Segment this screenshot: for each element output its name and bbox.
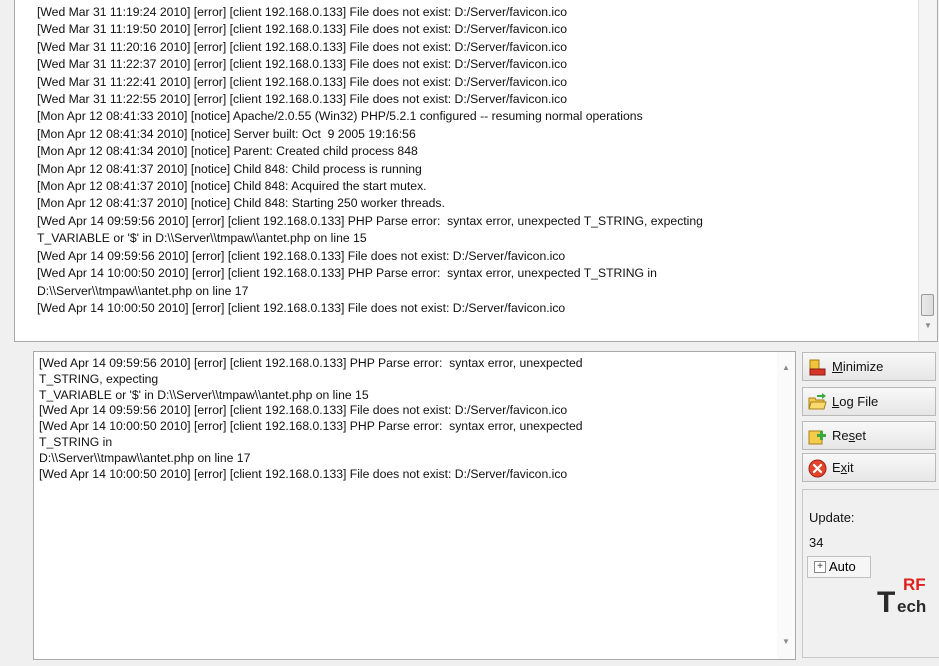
log-line: [Wed Apr 14 09:59:56 2010] [error] [clie… (37, 248, 566, 263)
auto-update-toggle[interactable]: + Auto (807, 556, 871, 578)
exit-button[interactable]: Exit (802, 453, 936, 482)
minimize-label: Minimize (832, 359, 884, 374)
log-viewer-window: [Wed Mar 31 11:19:24 2010] [error] [clie… (0, 0, 939, 666)
recent-log-scrollbar[interactable]: ▲ ▼ (777, 352, 795, 659)
full-log-scroll-thumb[interactable] (921, 294, 934, 316)
log-line: [Wed Apr 14 09:59:56 2010] [error] [clie… (37, 213, 703, 228)
minimize-button[interactable]: Minimize (802, 352, 936, 381)
log-line: [Mon Apr 12 08:41:33 2010] [notice] Apac… (37, 109, 643, 124)
log-line: [Mon Apr 12 08:41:34 2010] [notice] Serv… (37, 126, 416, 141)
log-line: [Wed Apr 14 10:00:50 2010] [error] [clie… (37, 266, 657, 281)
log-line: [Wed Mar 31 11:20:16 2010] [error] [clie… (37, 39, 567, 54)
minimize-icon (809, 359, 826, 376)
close-icon (808, 459, 827, 478)
logo-rf-text: RF (903, 575, 926, 594)
reset-icon (808, 430, 826, 445)
scroll-up-arrow-icon[interactable]: ▲ (777, 360, 795, 376)
log-line: [Mon Apr 12 08:41:37 2010] [notice] Chil… (37, 161, 422, 176)
full-log-lines: [Wed Mar 31 11:19:24 2010] [error] [clie… (37, 4, 917, 317)
log-line: [Wed Apr 14 10:00:50 2010] [error] [clie… (39, 466, 568, 481)
log-line: [Mon Apr 12 08:41:34 2010] [notice] Pare… (37, 144, 418, 159)
log-line: [Wed Apr 14 10:00:50 2010] [error] [clie… (37, 300, 566, 315)
full-log-view[interactable]: [Wed Mar 31 11:19:24 2010] [error] [clie… (14, 0, 938, 342)
logo-ech-text: ech (897, 597, 926, 616)
log-line: T_VARIABLE or '$' in D:\\Server\\tmpaw\\… (37, 231, 367, 246)
log-line: [Mon Apr 12 08:41:37 2010] [notice] Chil… (37, 179, 427, 194)
log-line: [Wed Apr 14 10:00:50 2010] [error] [clie… (39, 419, 583, 434)
update-interval-value[interactable]: 34 (809, 535, 823, 550)
auto-label: Auto (829, 559, 856, 574)
reset-button[interactable]: Reset (802, 421, 936, 450)
expand-plus-icon: + (814, 561, 826, 573)
logo-t-letter: T (877, 586, 895, 618)
log-line: [Wed Mar 31 11:19:24 2010] [error] [clie… (37, 5, 567, 19)
reset-label: Reset (832, 428, 866, 443)
log-line: T_STRING in (39, 434, 113, 449)
update-group: Update: 34 + Auto RF T ech (802, 489, 939, 658)
log-line: [Wed Mar 31 11:22:41 2010] [error] [clie… (37, 74, 567, 89)
scroll-down-arrow-icon[interactable]: ▼ (919, 318, 937, 334)
log-line: D:\\Server\\tmpaw\\antet.php on line 17 (39, 450, 251, 465)
log-file-label: Log File (832, 394, 879, 409)
exit-label: Exit (832, 460, 854, 475)
log-line: [Wed Mar 31 11:19:50 2010] [error] [clie… (37, 22, 567, 37)
log-line: T_VARIABLE or '$' in D:\\Server\\tmpaw\\… (39, 387, 369, 402)
log-line: [Wed Mar 31 11:22:37 2010] [error] [clie… (37, 57, 567, 72)
log-line: D:\\Server\\tmpaw\\antet.php on line 17 (37, 283, 249, 298)
scroll-down-arrow-icon[interactable]: ▼ (777, 634, 795, 650)
log-line: [Mon Apr 12 08:41:37 2010] [notice] Chil… (37, 196, 445, 211)
log-line: [Wed Apr 14 09:59:56 2010] [error] [clie… (39, 403, 568, 418)
log-file-button[interactable]: Log File (802, 387, 936, 416)
recent-log-lines: [Wed Apr 14 09:59:56 2010] [error] [clie… (39, 356, 759, 482)
full-log-scrollbar[interactable]: ▼ (918, 0, 937, 341)
update-label: Update: (809, 510, 855, 525)
log-line: [Wed Mar 31 11:22:55 2010] [error] [clie… (37, 92, 567, 107)
log-line: T_STRING, expecting (39, 371, 159, 386)
recent-log-view[interactable]: [Wed Apr 14 09:59:56 2010] [error] [clie… (33, 351, 796, 660)
log-line: [Wed Apr 14 09:59:56 2010] [error] [clie… (39, 356, 583, 370)
control-panel: Minimize Log File Reset Exit Update: 34 … (802, 352, 939, 658)
trf-tech-logo: RF T ech (877, 575, 926, 618)
folder-open-icon (808, 393, 827, 410)
